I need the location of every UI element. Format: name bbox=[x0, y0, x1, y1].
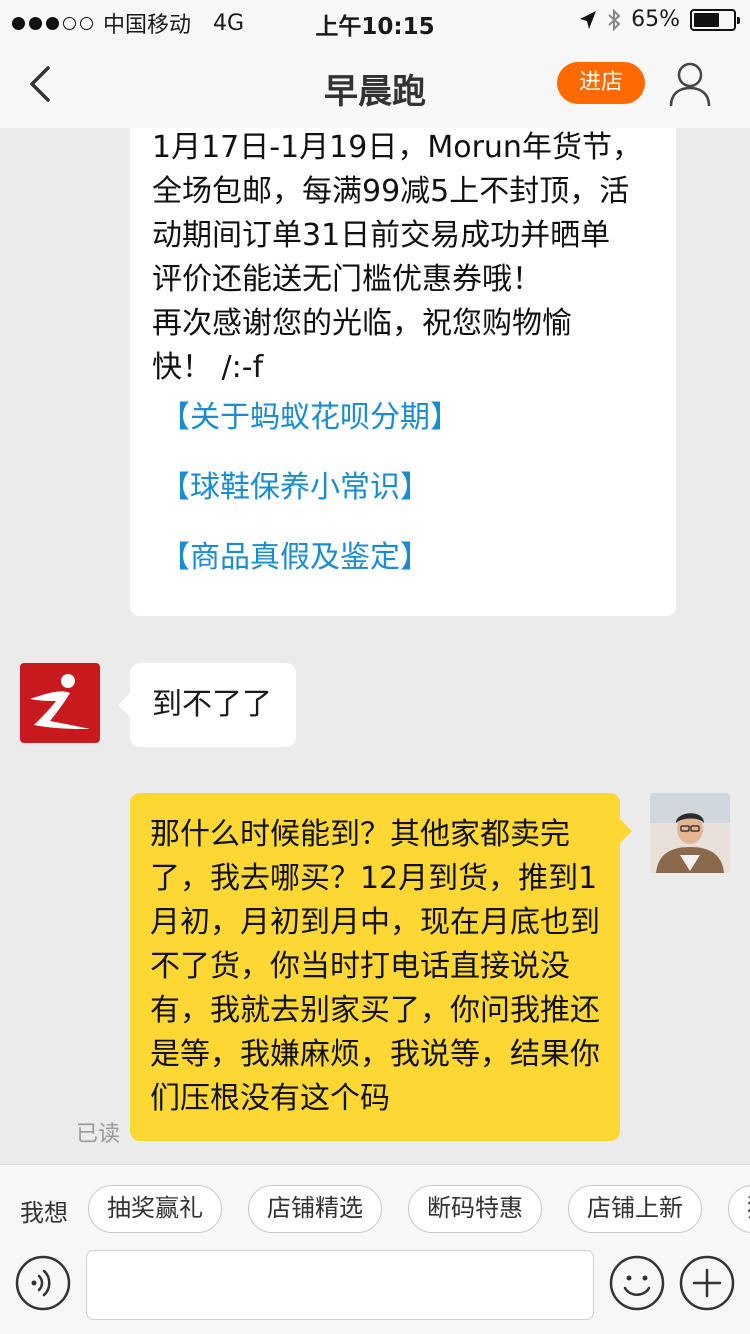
voice-input-icon[interactable] bbox=[14, 1254, 72, 1312]
shop-message-bubble: 到不了了 bbox=[118, 663, 296, 747]
enter-store-button[interactable]: 进店 bbox=[557, 62, 645, 104]
message-input[interactable] bbox=[86, 1250, 594, 1320]
chip-guess[interactable]: 猜 bbox=[728, 1185, 750, 1233]
shop-avatar[interactable] bbox=[20, 663, 100, 743]
nav-bar: 早晨跑 进店 bbox=[0, 40, 750, 128]
chip-new-arrivals[interactable]: 店铺上新 bbox=[568, 1185, 702, 1233]
my-avatar[interactable] bbox=[650, 793, 730, 873]
quick-reply-bar: 我想 抽奖赢礼 店铺精选 断码特惠 店铺上新 猜 bbox=[0, 1164, 750, 1250]
link-sneaker-care[interactable]: 【球鞋保养小常识】 bbox=[160, 462, 430, 506]
add-more-icon[interactable] bbox=[678, 1254, 736, 1312]
bluetooth-icon bbox=[608, 8, 621, 31]
chip-store-picks[interactable]: 店铺精选 bbox=[248, 1185, 382, 1233]
status-bar: 中国移动 4G 上午10:15 65% bbox=[0, 0, 750, 40]
promo-text: 1月17日-1月19日，Morun年货节， 全场包邮，每满99减5上不封顶，活 … bbox=[152, 130, 642, 385]
promo-card: 1月17日-1月19日，Morun年货节， 全场包邮，每满99减5上不封顶，活 … bbox=[130, 128, 676, 616]
battery-icon bbox=[690, 8, 740, 31]
read-status: 已读 bbox=[76, 1122, 121, 1147]
location-arrow-icon bbox=[580, 10, 597, 29]
chip-size-sale[interactable]: 断码特惠 bbox=[408, 1185, 542, 1233]
my-message-bubble: 那什么时候能到？其他家都卖完了，我去哪买？12月到货，推到1月初，月初到月中，现… bbox=[130, 793, 632, 1141]
person-photo-icon bbox=[650, 793, 730, 873]
chip-lottery[interactable]: 抽奖赢礼 bbox=[88, 1185, 222, 1233]
battery-percent: 65% bbox=[631, 7, 680, 32]
input-bar bbox=[0, 1250, 750, 1334]
runner-logo-icon bbox=[30, 674, 90, 729]
chat-area[interactable]: 1月17日-1月19日，Morun年货节， 全场包邮，每满99减5上不封顶，活 … bbox=[0, 128, 750, 1164]
emoji-icon[interactable] bbox=[608, 1254, 666, 1312]
link-huabei-installment[interactable]: 【关于蚂蚁花呗分期】 bbox=[160, 392, 460, 436]
user-profile-icon[interactable] bbox=[668, 60, 712, 108]
link-authenticity[interactable]: 【商品真假及鉴定】 bbox=[160, 532, 430, 576]
quick-reply-label: 我想 bbox=[20, 1199, 68, 1227]
